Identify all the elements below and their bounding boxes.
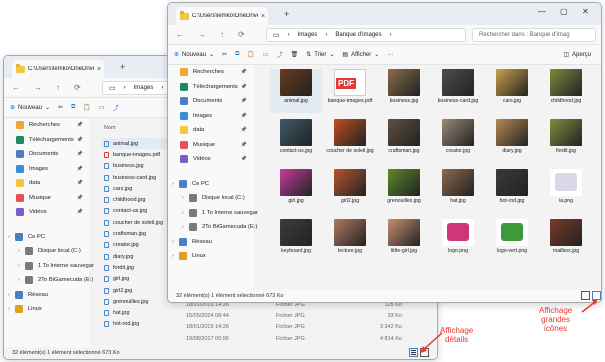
large-icons-view-button[interactable] <box>592 291 601 300</box>
annotation-arrows <box>420 299 598 353</box>
details-view-button-front[interactable] <box>581 291 590 300</box>
